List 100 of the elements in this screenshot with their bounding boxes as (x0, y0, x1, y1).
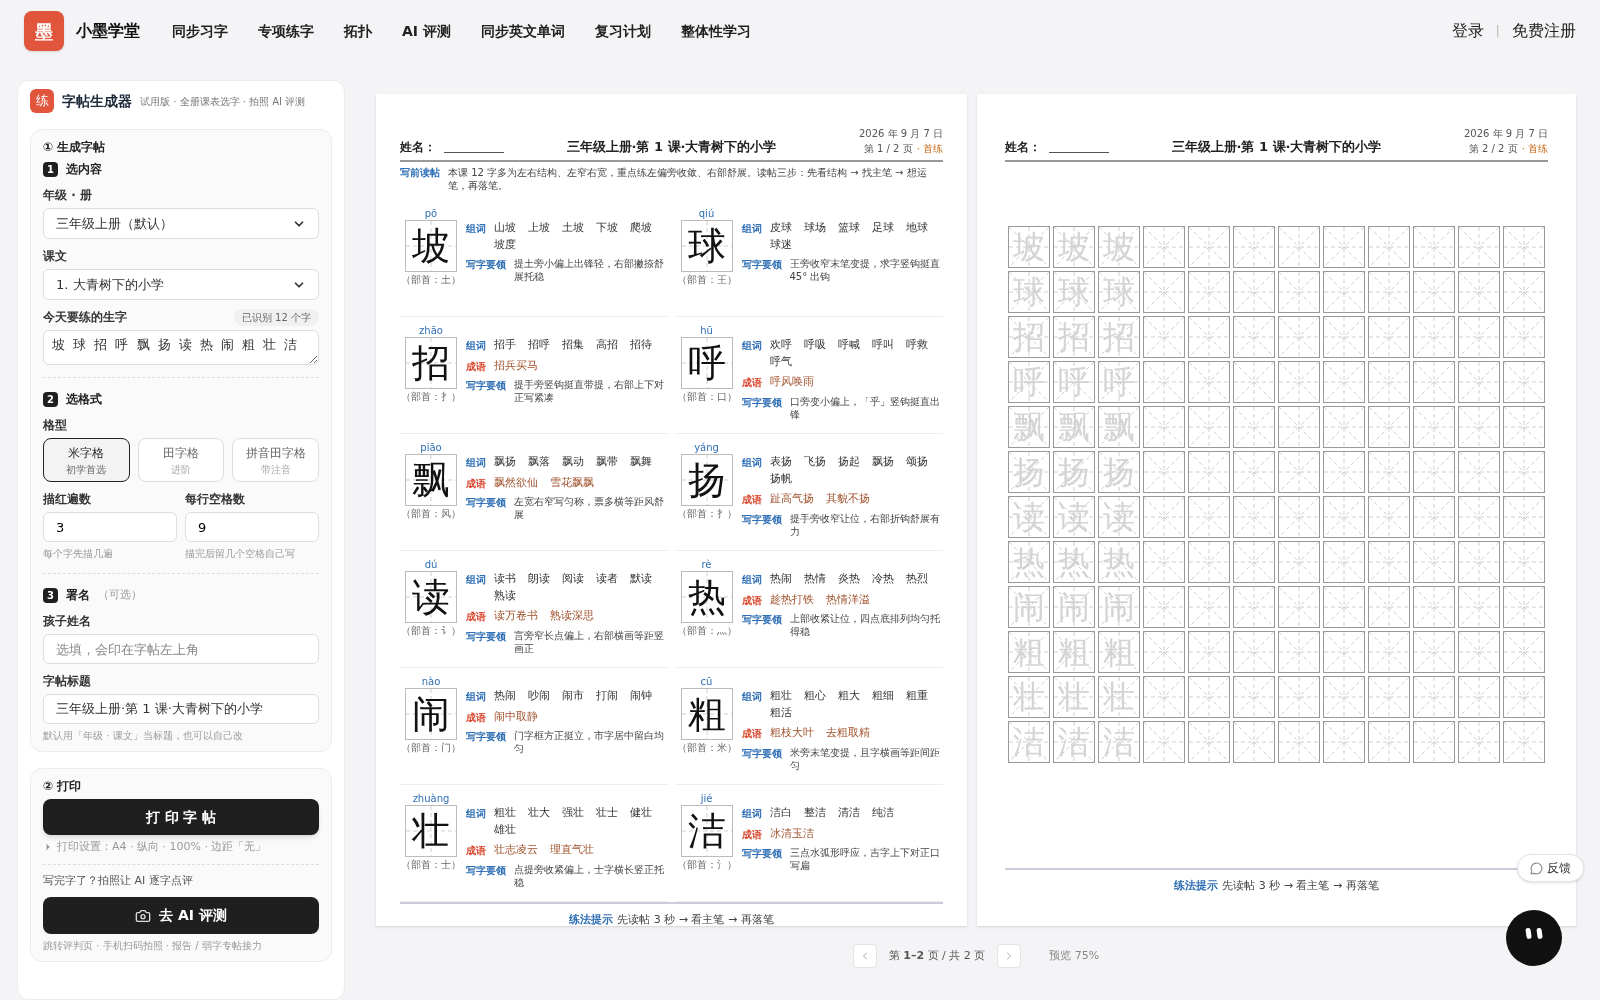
practice-cell (1413, 631, 1455, 674)
grid-type-option[interactable]: 拼音田字格 带注音 (232, 438, 319, 482)
footer-label: 练法提示 (569, 912, 614, 928)
pinyin: pō (424, 208, 438, 220)
word: 热烈 (905, 571, 928, 587)
practice-cell (1278, 721, 1320, 764)
register-link[interactable]: 免费注册 (1512, 19, 1576, 43)
child-name-input[interactable]: 选填，会印在字帖左上角 (43, 634, 319, 664)
practice-cell (1368, 316, 1410, 359)
word: 上坡 (528, 220, 550, 236)
nav-link[interactable]: 复习计划 (594, 20, 651, 42)
writing-tip: 提手旁收窄让位，右部折钩舒展有力 (789, 511, 941, 538)
trace-count-input[interactable]: 3 (43, 512, 177, 542)
feedback-button[interactable]: 反馈 (1517, 854, 1584, 882)
pinyin: zhuàng (412, 793, 450, 805)
line-label: 组词 (466, 456, 486, 470)
pinyin: yáng (694, 442, 719, 454)
field-label: 今天要练的生字 (43, 309, 127, 326)
practice-cell (1278, 451, 1320, 494)
nav-link[interactable]: 同步英文单词 (480, 20, 565, 42)
step-title: 选格式 (66, 391, 102, 408)
line-label: 组词 (741, 222, 762, 236)
nav-link[interactable]: 同步习字 (172, 20, 228, 42)
practice-cell (1278, 226, 1320, 269)
practice-cell (1458, 496, 1500, 539)
line-label: 组词 (466, 222, 486, 236)
name-label: 姓名： (1005, 139, 1041, 156)
practice-cell (1278, 316, 1320, 359)
next-page-button[interactable] (997, 944, 1022, 968)
practice-cell (1143, 271, 1185, 314)
line-label: 组词 (466, 807, 486, 821)
field-label: 年级 · 册 (43, 187, 93, 204)
blank-count-input[interactable]: 9 (185, 512, 319, 542)
word: 球场 (803, 220, 826, 236)
page-number: 第 1 / 2 页 (863, 142, 913, 156)
model-character: 闹 (412, 695, 450, 733)
practice-cell (1323, 451, 1365, 494)
practice-cell (1458, 226, 1500, 269)
previous-page-button[interactable] (852, 944, 877, 968)
ai-review-button[interactable]: 去 AI 评测 (43, 897, 319, 934)
pinyin: zhāo (419, 325, 443, 337)
sheet-title-input[interactable]: 三年级上册·第 1 课·大青树下的小学 (43, 694, 319, 724)
practice-cell (1368, 721, 1410, 764)
radical-note: （部首：氵） (676, 858, 737, 872)
nav-link[interactable]: AI 评测 (402, 20, 451, 42)
practice-cell (1233, 451, 1275, 494)
print-button[interactable]: 打 印 字 帖 (43, 799, 319, 835)
word: 热情 (803, 571, 826, 587)
model-character: 球 (687, 227, 726, 265)
practice-cell (1368, 361, 1410, 404)
idiom: 粗枝大叶 (769, 725, 814, 741)
step-title: 署名 (66, 587, 90, 604)
practice-cell (1188, 361, 1230, 404)
practice-cell (1368, 271, 1410, 314)
characters-input[interactable]: 坡 球 招 呼 飘 扬 读 热 闹 粗 壮 洁 (43, 330, 319, 365)
panel-subtitle: 试用版 · 全册课表选字 · 拍照 AI 评测 (140, 94, 306, 109)
word: 粗壮 (769, 688, 792, 704)
lesson-select[interactable]: 1. 大青树下的小学 (43, 269, 319, 300)
grid-type-option[interactable]: 米字格 初学首选 (43, 438, 130, 482)
word: 表扬 (769, 454, 792, 470)
grid-type-option[interactable]: 田字格 进阶 (137, 438, 225, 482)
practice-cell (1143, 676, 1185, 719)
word: 冷热 (871, 571, 894, 587)
word: 山坡 (494, 220, 516, 236)
line-label: 写字要领 (741, 613, 782, 627)
radical-note: （部首：王） (676, 273, 737, 287)
practice-cell (1233, 496, 1275, 539)
practice-cell (1188, 586, 1230, 629)
model-character: 扬 (687, 461, 726, 499)
word: 招呼 (528, 337, 550, 353)
ai-prompt-text: 写完字了？拍照让 AI 逐字点评 (43, 872, 194, 889)
practice-cell (1413, 676, 1455, 719)
word: 阅读 (562, 571, 584, 587)
section-heading: ① 生成字帖 (43, 139, 107, 156)
login-link[interactable]: 登录 (1451, 19, 1484, 43)
separator: | (1495, 22, 1500, 41)
practice-cell (1458, 676, 1500, 719)
grade-select[interactable]: 三年级上册（默认） (43, 208, 319, 239)
nav-link[interactable]: 拓扑 (344, 20, 372, 42)
word: 扬帆 (769, 470, 792, 487)
practice-cell (1413, 406, 1455, 449)
practice-cell (1188, 631, 1230, 674)
word: 呼救 (905, 337, 928, 353)
model-character: 飘 (412, 461, 450, 499)
line-label: 写字要领 (466, 863, 506, 878)
word: 吵闹 (528, 688, 550, 704)
line-label: 成语 (741, 493, 762, 507)
practice-cell (1503, 676, 1545, 719)
line-label: 组词 (466, 339, 486, 353)
practice-cell (1323, 316, 1365, 359)
nav-link[interactable]: 整体性学习 (680, 20, 751, 42)
line-label: 写字要领 (466, 629, 506, 644)
practice-cell (1143, 721, 1185, 764)
idiom: 其貌不扬 (825, 491, 870, 507)
nav-link[interactable]: 专项练字 (258, 20, 314, 42)
practice-cell (1413, 721, 1455, 764)
model-character: 坡 (412, 227, 450, 265)
word: 呼叫 (871, 337, 894, 353)
step-title: 选内容 (66, 161, 102, 178)
practice-cell (1188, 316, 1230, 359)
